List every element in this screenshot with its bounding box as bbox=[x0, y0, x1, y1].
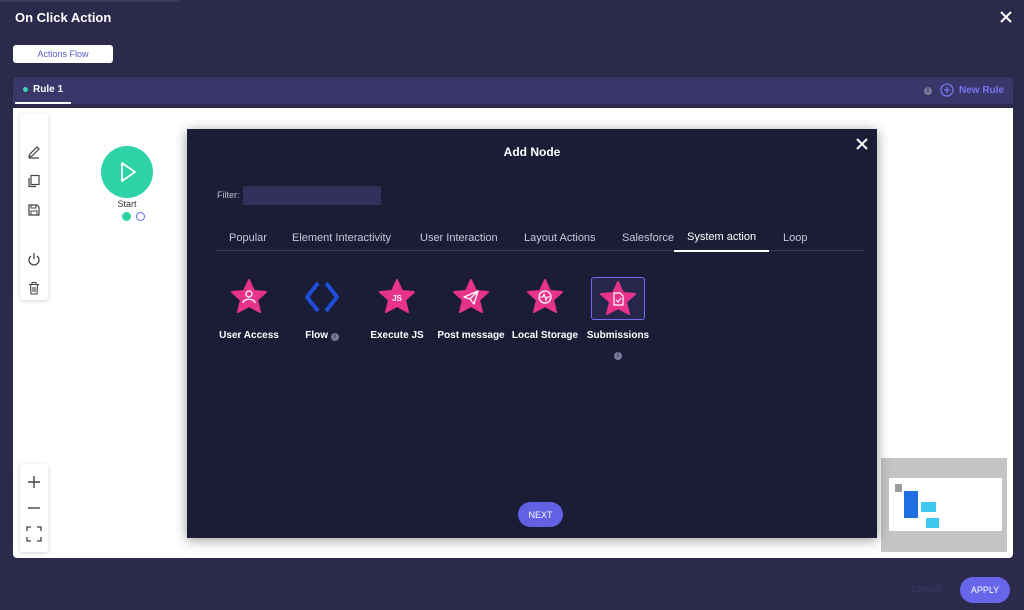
filter-input[interactable] bbox=[243, 186, 381, 205]
submissions-icon bbox=[591, 277, 645, 320]
fit-screen-icon[interactable] bbox=[24, 524, 44, 544]
node-label: Execute JS bbox=[370, 330, 424, 341]
minimap-node bbox=[921, 502, 936, 512]
info-icon[interactable]: i bbox=[614, 352, 622, 360]
tab-loop[interactable]: Loop bbox=[770, 224, 820, 251]
tab-element-interactivity[interactable]: Element Interactivity bbox=[279, 224, 404, 251]
tab-system-action[interactable]: System action bbox=[674, 224, 770, 252]
start-node-handles bbox=[122, 212, 145, 221]
node-flow[interactable]: Flow i bbox=[287, 277, 357, 344]
minimap-node bbox=[904, 491, 918, 518]
window-top-strip bbox=[0, 0, 180, 2]
rule-tab-bar: Rule 1 i New Rule bbox=[13, 77, 1013, 104]
local-storage-icon bbox=[525, 277, 565, 317]
start-handle-dot[interactable] bbox=[122, 212, 131, 221]
new-rule-label: New Rule bbox=[958, 84, 1004, 96]
edit-icon[interactable] bbox=[24, 142, 44, 162]
minimap-node bbox=[926, 518, 939, 528]
cancel-button[interactable]: Cancel bbox=[911, 584, 942, 595]
post-message-icon bbox=[451, 277, 491, 317]
node-local-storage[interactable]: Local Storage bbox=[510, 277, 580, 344]
close-icon[interactable] bbox=[996, 7, 1016, 27]
start-node[interactable] bbox=[101, 146, 153, 198]
rule-tab-label: Rule 1 bbox=[33, 84, 64, 95]
node-label: User Access bbox=[219, 330, 279, 341]
window-title: On Click Action bbox=[15, 10, 112, 25]
node-execute-js[interactable]: JS Execute JS bbox=[362, 277, 432, 344]
filter-label: Filter: bbox=[217, 190, 240, 200]
node-label: Submissions bbox=[586, 330, 650, 341]
canvas-toolbar bbox=[20, 114, 48, 300]
tab-layout-actions[interactable]: Layout Actions bbox=[511, 224, 609, 251]
node-label: Post message bbox=[437, 330, 505, 341]
add-circle-icon bbox=[940, 83, 954, 97]
zoom-out-icon[interactable] bbox=[24, 498, 44, 518]
execute-js-icon: JS bbox=[377, 277, 417, 317]
node-user-access[interactable]: User Access bbox=[214, 277, 284, 344]
close-icon[interactable] bbox=[854, 136, 870, 152]
info-icon[interactable]: i bbox=[924, 87, 932, 95]
actions-flow-button[interactable]: Actions Flow bbox=[13, 45, 113, 63]
flow-icon bbox=[302, 277, 342, 317]
rule-status-dot bbox=[23, 87, 28, 92]
user-access-icon bbox=[229, 277, 269, 317]
next-button[interactable]: NEXT bbox=[518, 502, 563, 527]
add-node-icon[interactable] bbox=[136, 212, 145, 221]
node-label: Local Storage bbox=[511, 330, 579, 341]
power-icon[interactable] bbox=[24, 249, 44, 269]
add-node-modal: Add Node Filter: Popular Element Interac… bbox=[187, 129, 877, 538]
trash-icon[interactable] bbox=[24, 278, 44, 298]
node-submissions[interactable]: Submissions i bbox=[583, 277, 653, 362]
node-category-tabs: Popular Element Interactivity User Inter… bbox=[216, 224, 864, 252]
tab-popular[interactable]: Popular bbox=[216, 224, 280, 251]
new-rule-button[interactable]: New Rule bbox=[940, 83, 1004, 97]
save-icon[interactable] bbox=[24, 200, 44, 220]
zoom-controls bbox=[20, 464, 48, 552]
info-icon[interactable]: i bbox=[330, 333, 339, 341]
modal-title: Add Node bbox=[503, 145, 561, 159]
copy-icon[interactable] bbox=[24, 171, 44, 191]
zoom-in-icon[interactable] bbox=[24, 472, 44, 492]
minimap-node bbox=[895, 484, 902, 492]
tab-rule-1[interactable]: Rule 1 bbox=[15, 77, 72, 104]
node-post-message[interactable]: Post message bbox=[436, 277, 506, 344]
tab-user-interaction[interactable]: User Interaction bbox=[407, 224, 511, 251]
apply-button[interactable]: APPLY bbox=[960, 577, 1010, 603]
minimap[interactable] bbox=[881, 458, 1007, 552]
node-label: Flow bbox=[305, 330, 328, 341]
play-icon bbox=[121, 162, 136, 182]
js-badge: JS bbox=[392, 294, 402, 303]
start-node-label: Start bbox=[117, 199, 137, 209]
